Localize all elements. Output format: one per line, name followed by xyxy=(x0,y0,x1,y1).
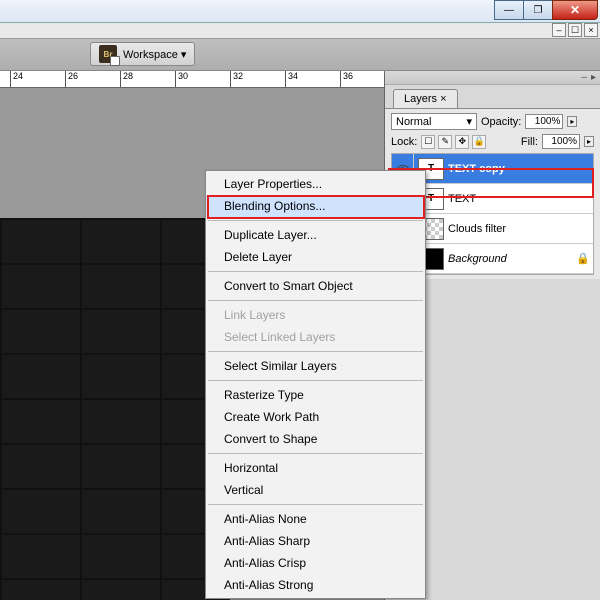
ruler-tick: 34 xyxy=(285,71,298,87)
panel-collapse-strip[interactable]: – ▸ xyxy=(385,71,600,85)
opacity-label: Opacity: xyxy=(481,116,521,128)
ruler-tick: 26 xyxy=(65,71,78,87)
window-close-button[interactable]: ✕ xyxy=(552,0,598,20)
context-menu-item: Select Linked Layers xyxy=(206,326,425,348)
ruler-tick: 24 xyxy=(10,71,23,87)
window-titlebar: — ❐ ✕ xyxy=(0,0,600,23)
context-menu-item: Link Layers xyxy=(206,304,425,326)
layer-context-menu: Layer Properties...Blending Options... Du… xyxy=(205,170,426,599)
lock-all-icon[interactable]: 🔒 xyxy=(472,135,486,149)
opacity-flyout-icon[interactable]: ▸ xyxy=(567,116,577,127)
doc-restore-button[interactable]: ☐ xyxy=(568,23,582,37)
brick-texture xyxy=(0,218,230,600)
layer-name[interactable]: Clouds filter xyxy=(448,223,593,235)
lock-label: Lock: xyxy=(391,136,417,148)
context-menu-item[interactable]: Convert to Smart Object xyxy=(206,275,425,297)
context-menu-item[interactable]: Anti-Alias Sharp xyxy=(206,530,425,552)
layers-panel-tab[interactable]: Layers × xyxy=(393,89,458,108)
chevron-down-icon: ▾ xyxy=(466,115,472,128)
panel-menu-icon[interactable]: ▸ xyxy=(591,72,596,83)
fill-input[interactable]: 100% xyxy=(542,134,580,149)
context-menu-item[interactable]: Layer Properties... xyxy=(206,173,425,195)
workspace-switcher[interactable]: Br Workspace ▾ xyxy=(90,42,195,66)
lock-transparent-icon[interactable]: ☐ xyxy=(421,135,435,149)
window-maximize-button[interactable]: ❐ xyxy=(523,0,553,20)
fill-flyout-icon[interactable]: ▸ xyxy=(584,136,594,147)
fill-label: Fill: xyxy=(521,136,538,148)
layer-name[interactable]: TEXT copy xyxy=(448,163,593,175)
options-bar: Br Workspace ▾ xyxy=(0,39,600,71)
layer-name[interactable]: Background xyxy=(448,253,573,265)
ruler-tick: 36 xyxy=(340,71,353,87)
lock-position-icon[interactable]: ✥ xyxy=(455,135,469,149)
context-menu-item[interactable]: Horizontal xyxy=(206,457,425,479)
document-canvas[interactable] xyxy=(0,218,230,600)
context-menu-item[interactable]: Anti-Alias Strong xyxy=(206,574,425,596)
doc-minimize-button[interactable]: – xyxy=(552,23,566,37)
context-menu-item[interactable]: Anti-Alias Crisp xyxy=(206,552,425,574)
ruler-tick: 28 xyxy=(120,71,133,87)
blend-mode-select[interactable]: Normal▾ xyxy=(391,113,477,130)
secondary-control-row: – ☐ × xyxy=(0,23,600,39)
horizontal-ruler: 24 26 28 30 32 34 36 xyxy=(0,71,384,88)
bridge-icon[interactable]: Br xyxy=(99,45,117,63)
context-menu-item[interactable]: Duplicate Layer... xyxy=(206,224,425,246)
tab-close-icon[interactable]: × xyxy=(440,93,446,105)
window-minimize-button[interactable]: — xyxy=(494,0,524,20)
workspace-label: Workspace ▾ xyxy=(123,48,186,61)
panel-minimize-icon[interactable]: – xyxy=(581,72,587,83)
context-menu-item[interactable]: Anti-Alias None xyxy=(206,508,425,530)
opacity-input[interactable]: 100% xyxy=(525,114,563,129)
context-menu-item[interactable]: Convert to Shape xyxy=(206,428,425,450)
layer-name[interactable]: TEXT xyxy=(448,193,593,205)
doc-close-button[interactable]: × xyxy=(584,23,598,37)
context-menu-item[interactable]: Vertical xyxy=(206,479,425,501)
lock-buttons: ☐ ✎ ✥ 🔒 xyxy=(421,135,486,149)
context-menu-item[interactable]: Blending Options... xyxy=(206,195,425,217)
lock-pixels-icon[interactable]: ✎ xyxy=(438,135,452,149)
context-menu-item[interactable]: Select Similar Layers xyxy=(206,355,425,377)
context-menu-item[interactable]: Create Work Path xyxy=(206,406,425,428)
context-menu-item[interactable]: Delete Layer xyxy=(206,246,425,268)
context-menu-item[interactable]: Rasterize Type xyxy=(206,384,425,406)
ruler-tick: 32 xyxy=(230,71,243,87)
ruler-tick: 30 xyxy=(175,71,188,87)
lock-icon: 🔒 xyxy=(573,252,593,265)
